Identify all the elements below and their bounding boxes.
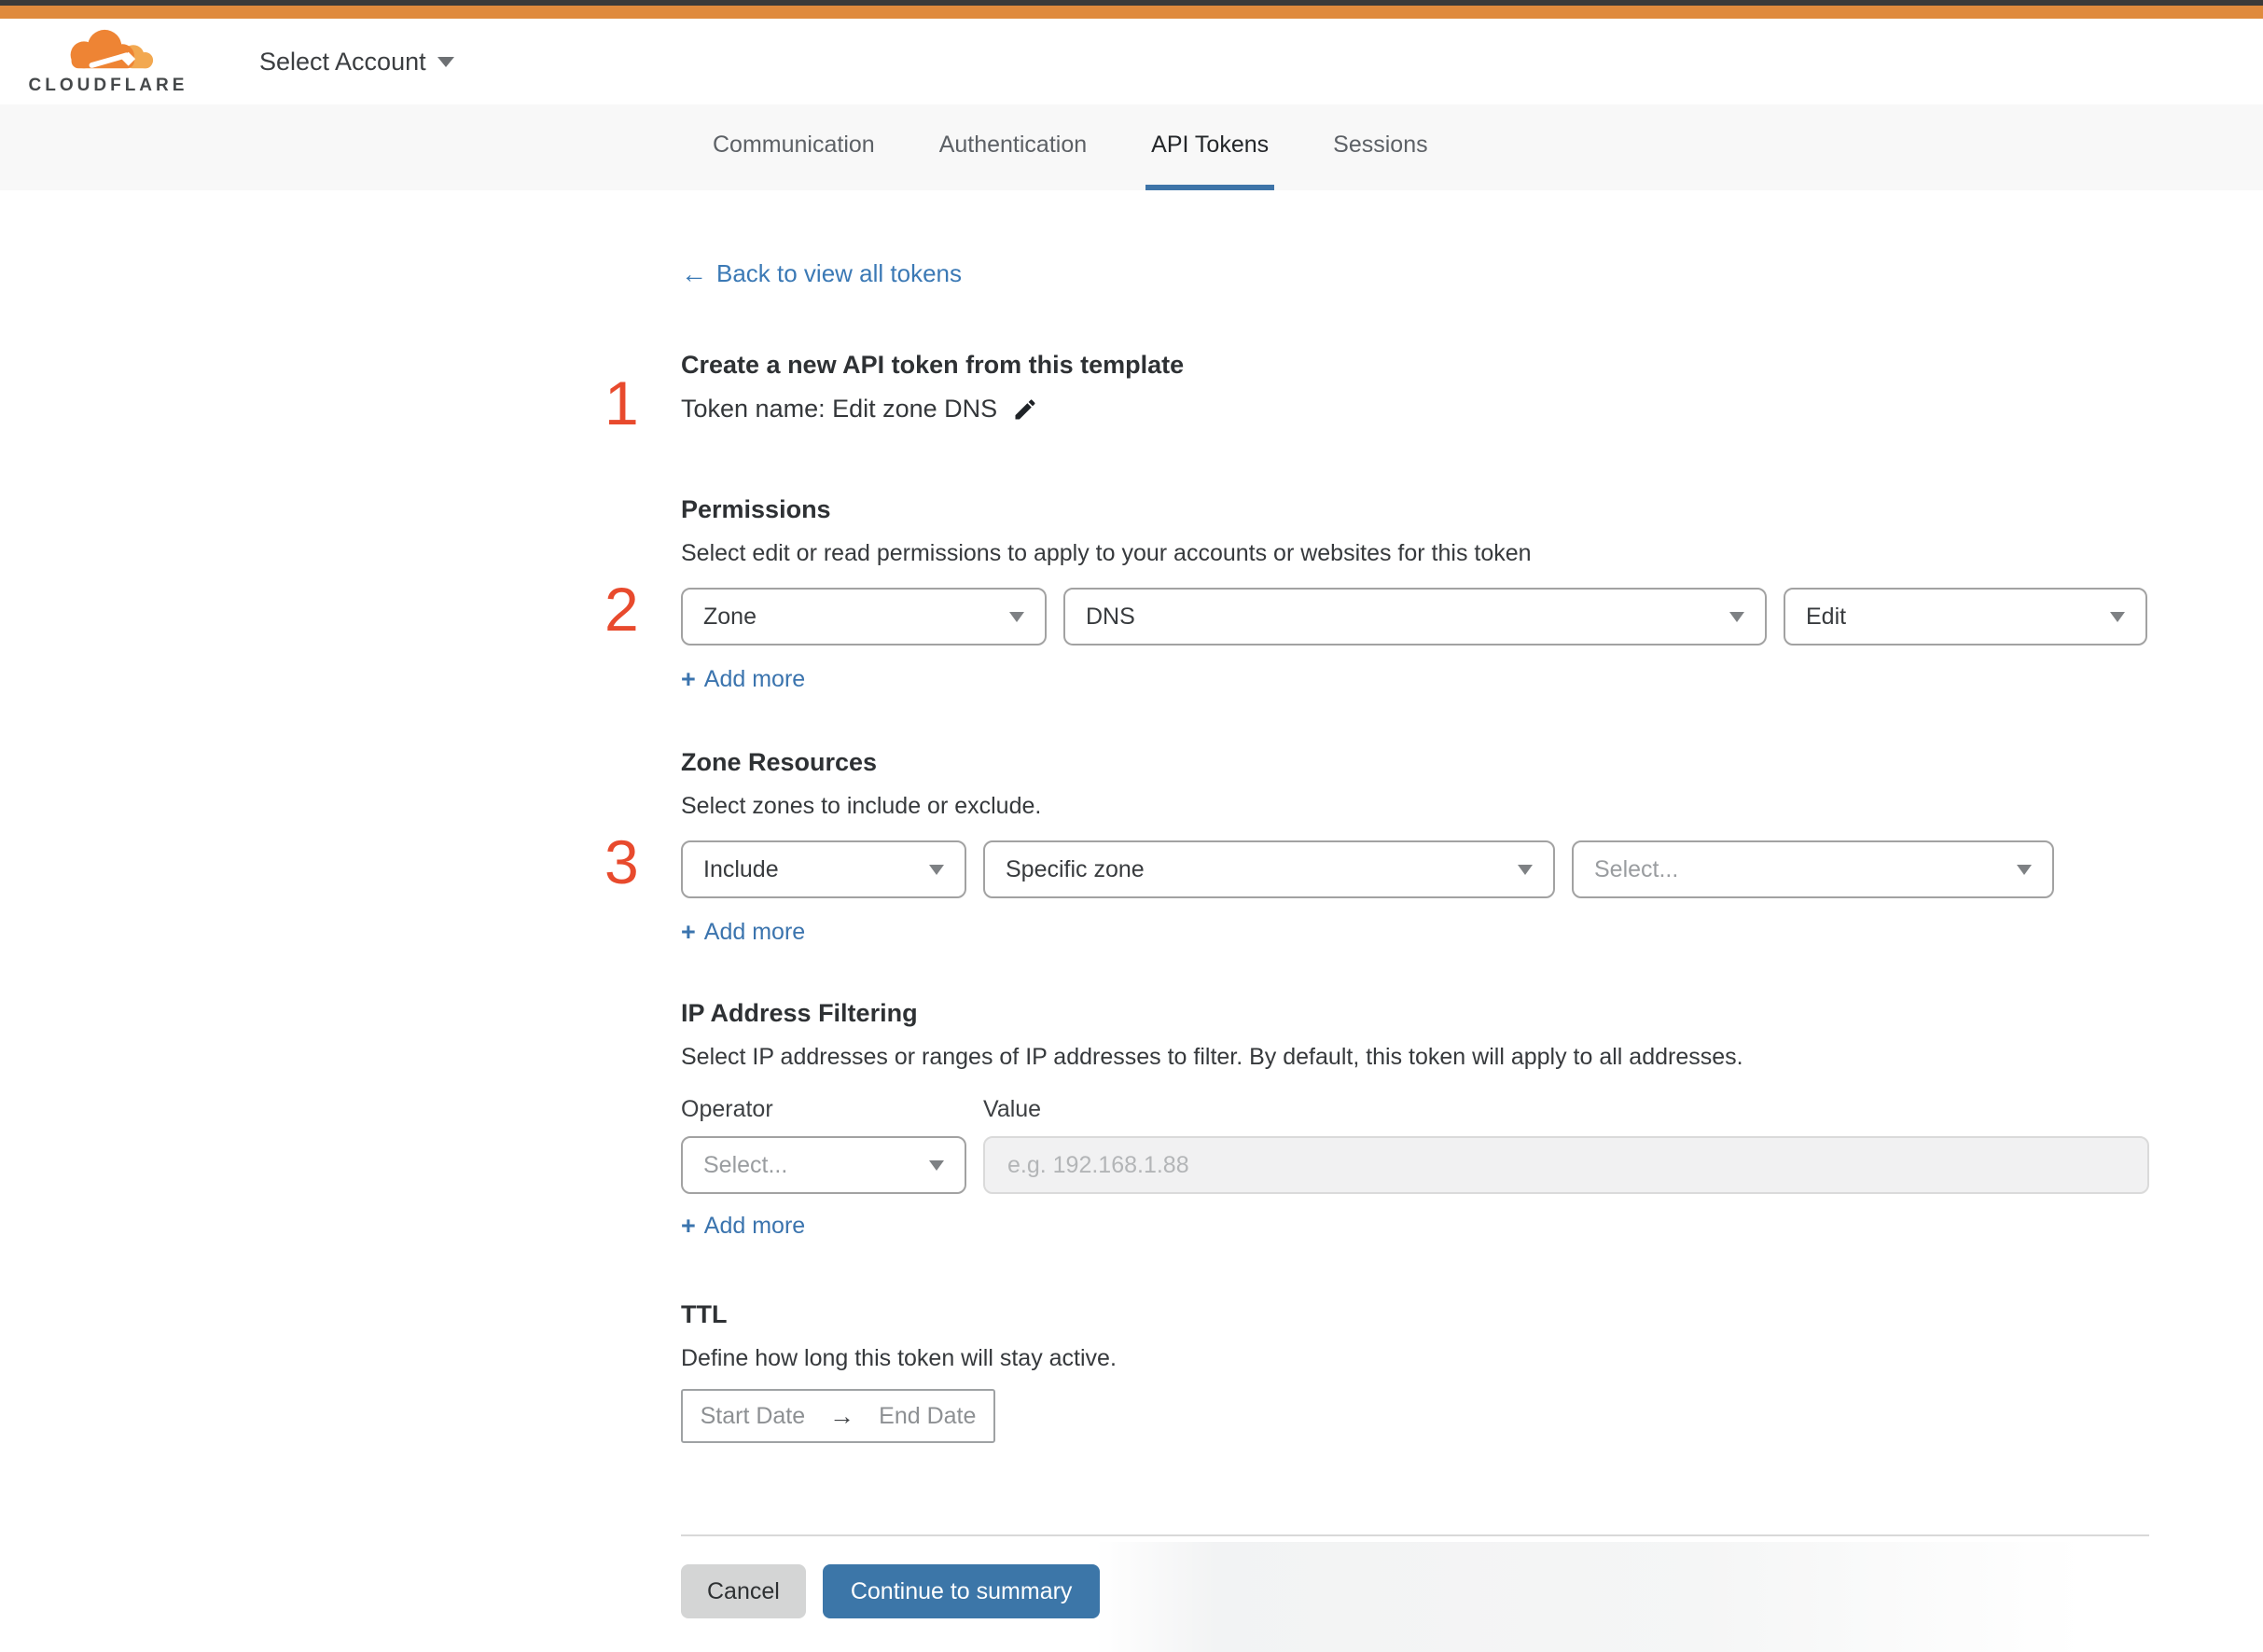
step-number-2: 2	[604, 575, 639, 644]
ttl-section: TTL Define how long this token will stay…	[681, 1298, 2149, 1443]
plus-icon: +	[681, 918, 696, 946]
permissions-subtitle: Select edit or read permissions to apply…	[681, 540, 1532, 566]
chevron-down-icon	[2017, 864, 2032, 875]
main-content: ← Back to view all tokens 1 Create a new…	[604, 259, 2149, 1652]
zone-resources-section: 3 Zone Resources Select zones to include…	[604, 745, 2149, 946]
cancel-button[interactable]: Cancel	[681, 1564, 806, 1618]
account-selector-label: Select Account	[259, 47, 426, 76]
ip-filtering-title: IP Address Filtering	[681, 999, 918, 1027]
brand-wordmark: CLOUDFLARE	[28, 75, 188, 95]
tab-communication[interactable]: Communication	[707, 104, 881, 190]
token-name-text: Token name: Edit zone DNS	[681, 395, 998, 423]
back-to-tokens-link[interactable]: ← Back to view all tokens	[681, 259, 962, 288]
permissions-add-more-link[interactable]: + Add more	[681, 666, 805, 693]
ttl-title: TTL	[681, 1300, 728, 1328]
zone-resources-controls-row: Include Specific zone Select...	[681, 840, 2149, 898]
back-link-label: Back to view all tokens	[716, 259, 963, 287]
ip-filtering-subtitle: Select IP addresses or ranges of IP addr…	[681, 1044, 1743, 1070]
zone-scope-select[interactable]: Specific zone	[983, 840, 1555, 898]
chevron-down-icon	[1518, 864, 1533, 875]
template-section: 1 Create a new API token from this templ…	[604, 348, 2149, 434]
ip-add-more-link[interactable]: + Add more	[681, 1213, 805, 1240]
value-label: Value	[983, 1096, 1042, 1122]
ip-filtering-section: IP Address Filtering Select IP addresses…	[681, 996, 2149, 1240]
footer-background-wash	[1096, 1542, 2085, 1652]
tab-bar: Communication Authentication API Tokens …	[0, 104, 2263, 190]
chevron-down-icon	[2110, 611, 2125, 622]
tab-api-tokens[interactable]: API Tokens	[1145, 104, 1275, 190]
token-name-row: Token name: Edit zone DNS	[681, 395, 2149, 423]
permission-scope-select[interactable]: Zone	[681, 588, 1047, 646]
chevron-down-icon	[929, 864, 944, 875]
step-number-3: 3	[604, 827, 639, 896]
ip-controls-row: Select...	[681, 1136, 2149, 1194]
permissions-section: 2 Permissions Select edit or read permis…	[604, 493, 2149, 693]
zone-resources-subtitle: Select zones to include or exclude.	[681, 793, 1042, 819]
footer-actions: Cancel Continue to summary	[681, 1542, 2149, 1652]
permissions-controls-row: Zone DNS Edit	[681, 588, 2149, 646]
ip-operator-select[interactable]: Select...	[681, 1136, 966, 1194]
zone-resources-title: Zone Resources	[681, 748, 878, 776]
zone-resources-add-more-link[interactable]: + Add more	[681, 919, 805, 946]
cloudflare-cloud-icon	[70, 29, 154, 68]
plus-icon: +	[681, 1212, 696, 1240]
chevron-down-icon	[1009, 611, 1024, 622]
continue-to-summary-button[interactable]: Continue to summary	[822, 1564, 1101, 1618]
zone-mode-select[interactable]: Include	[681, 840, 966, 898]
permissions-title: Permissions	[681, 495, 831, 523]
tab-sessions[interactable]: Sessions	[1327, 104, 1433, 190]
cloudflare-logo: CLOUDFLARE	[28, 28, 188, 96]
plus-icon: +	[681, 665, 696, 693]
step-number-1: 1	[604, 368, 639, 437]
start-date-placeholder: Start Date	[700, 1402, 806, 1429]
ip-field-labels: Operator Value	[681, 1093, 2149, 1125]
end-date-placeholder: End Date	[879, 1402, 977, 1429]
zone-picker-select[interactable]: Select...	[1572, 840, 2054, 898]
ip-value-input[interactable]	[983, 1136, 2149, 1194]
permission-service-select[interactable]: DNS	[1063, 588, 1767, 646]
footer-divider	[681, 1534, 2149, 1536]
chevron-down-icon	[1729, 611, 1744, 622]
tab-authentication[interactable]: Authentication	[934, 104, 1092, 190]
permission-access-select[interactable]: Edit	[1784, 588, 2147, 646]
pencil-edit-icon[interactable]	[1012, 396, 1038, 423]
chevron-down-icon	[437, 56, 454, 67]
ttl-subtitle: Define how long this token will stay act…	[681, 1345, 1117, 1371]
account-selector[interactable]: Select Account	[259, 48, 454, 76]
operator-label: Operator	[681, 1096, 773, 1122]
ttl-date-range-picker[interactable]: Start Date → End Date	[681, 1389, 995, 1443]
right-arrow-icon: →	[829, 1401, 855, 1430]
back-arrow-icon: ←	[681, 258, 707, 288]
top-orange-bar	[0, 6, 2263, 19]
template-section-title: Create a new API token from this templat…	[681, 351, 1185, 379]
chevron-down-icon	[929, 1159, 944, 1171]
header: CLOUDFLARE Select Account	[0, 19, 2263, 104]
